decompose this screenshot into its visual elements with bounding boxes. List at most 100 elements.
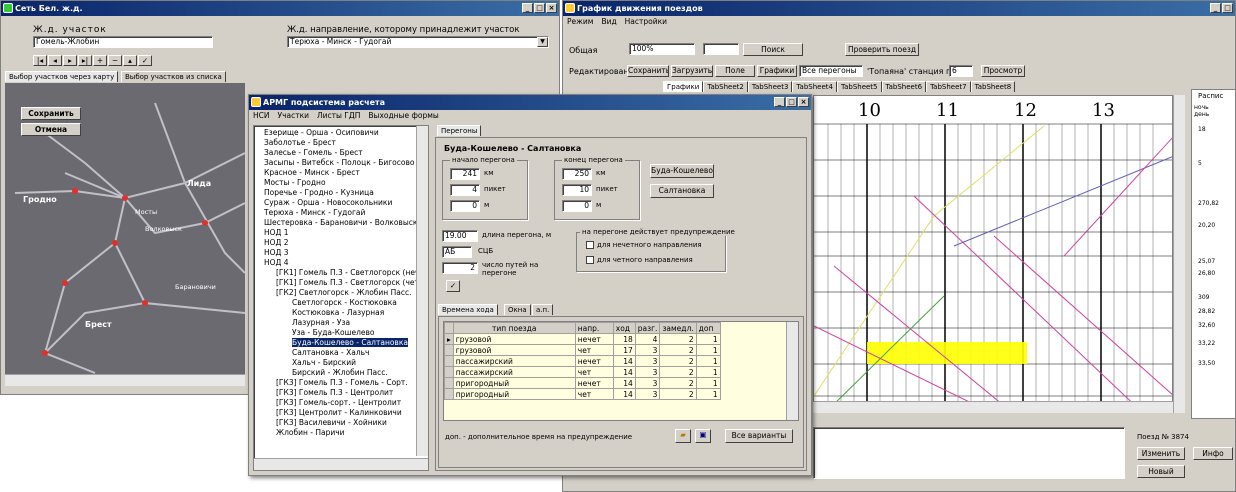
tab-sheet-6[interactable]: TabSheet6 — [881, 81, 927, 92]
block-type-select[interactable]: АБ — [442, 246, 472, 258]
tab-sheet-2[interactable]: TabSheet2 — [703, 81, 748, 92]
cell[interactable]: чет — [574, 388, 614, 400]
tree-item[interactable]: Поречье - Гродно - Кузница — [264, 188, 374, 197]
tab-ap[interactable]: а.п. — [532, 304, 554, 315]
save-schedule-button[interactable]: Сохранить — [627, 65, 669, 77]
cell[interactable]: 14 — [612, 377, 636, 389]
train-info-memo[interactable] — [813, 427, 1125, 479]
tree-item[interactable]: [ГК3] Гомель П.3 - Гомель - Сорт. — [276, 378, 408, 387]
tree-item[interactable]: Залесье - Гомель - Брест — [264, 148, 363, 157]
tab-sheet-5[interactable]: TabSheet5 — [836, 81, 882, 92]
graph-horizontal-scrollbar[interactable] — [813, 401, 1173, 413]
minimize-icon[interactable]: _ — [522, 3, 533, 13]
cell[interactable]: 3 — [634, 377, 661, 389]
maximize-icon[interactable]: □ — [1222, 3, 1233, 13]
tree-item[interactable]: [ГК3] Василевичи - Хойники — [276, 418, 387, 427]
graph-vertical-scrollbar[interactable] — [1173, 95, 1185, 413]
tree-item[interactable]: НОД 4 — [264, 258, 289, 267]
stretch-filter[interactable]: Все перегоны — [799, 65, 863, 77]
odd-checkbox-box[interactable] — [586, 241, 594, 249]
start-picket-field[interactable]: 4 — [450, 184, 480, 196]
end-station-button[interactable]: Салтановка — [650, 184, 714, 198]
menu-mode[interactable]: Режим — [567, 16, 593, 28]
odd-direction-checkbox[interactable]: для нечетного направления — [586, 241, 702, 249]
cell[interactable]: чет — [574, 366, 614, 378]
tree-horizontal-scrollbar[interactable] — [254, 458, 428, 470]
ways-field[interactable]: 2 — [442, 262, 478, 274]
open-folder-icon[interactable]: ▰ — [675, 429, 691, 443]
cell[interactable]: 3 — [634, 344, 661, 356]
cell[interactable]: 4 — [634, 333, 661, 345]
cell[interactable]: пассажирский — [452, 355, 576, 367]
end-picket-field[interactable]: 10 — [562, 184, 592, 196]
tree-item[interactable]: Засыпы - Витебск - Полоцк - Бигосово — [264, 158, 415, 167]
view-button[interactable]: Просмотр — [981, 65, 1025, 77]
tree-item[interactable]: Сураж - Орша - Новосокольники — [264, 198, 392, 207]
table-row[interactable]: грузовой чет 17 3 2 1 — [444, 344, 721, 356]
tab-map[interactable]: Выбор участков через карту — [5, 71, 119, 82]
cell[interactable]: пассажирский — [452, 366, 576, 378]
tree-item-selected[interactable]: Буда-Кошелево - Салтановка — [292, 338, 408, 347]
cell[interactable]: чет — [574, 344, 614, 356]
table-row[interactable]: пригородный нечет 14 3 2 1 — [444, 377, 721, 389]
cell[interactable]: 1 — [695, 388, 721, 400]
cell[interactable]: 3 — [634, 388, 661, 400]
edit-record-icon[interactable]: ▴ — [123, 55, 137, 66]
cell[interactable]: пригородный — [452, 388, 576, 400]
maximize-icon[interactable]: □ — [786, 97, 797, 107]
cell[interactable]: нечет — [574, 355, 614, 367]
table-row[interactable]: ▸ грузовой нечет 18 4 2 1 — [444, 333, 721, 345]
tree-item[interactable]: Жлобин - Паричи — [276, 428, 345, 437]
cell[interactable]: 2 — [659, 333, 697, 345]
save-button[interactable]: Сохранить — [21, 107, 81, 120]
run-times-grid[interactable]: тип поезда напр. ход разг. замедл. доп ▸… — [443, 321, 799, 421]
cell[interactable]: 2 — [659, 377, 697, 389]
cell[interactable]: 1 — [695, 366, 721, 378]
end-km-field[interactable]: 250 — [562, 168, 592, 180]
info-button[interactable]: Инфо — [1193, 447, 1233, 460]
start-km-field[interactable]: 241 — [450, 168, 480, 180]
next-record-icon[interactable]: ▸ — [63, 55, 77, 66]
cell[interactable]: грузовой — [452, 333, 576, 345]
delete-record-icon[interactable]: − — [108, 55, 122, 66]
cell[interactable]: 2 — [659, 388, 697, 400]
tree-item[interactable]: Езерище - Орша - Осиповичи — [264, 128, 379, 137]
tree-vertical-scrollbar[interactable] — [416, 126, 428, 456]
cancel-button[interactable]: Отмена — [21, 123, 81, 136]
tab-sheet-3[interactable]: TabSheet3 — [747, 81, 793, 92]
minimize-icon[interactable]: _ — [774, 97, 785, 107]
tree-item[interactable]: Мосты - Гродно — [264, 178, 326, 187]
tree-item[interactable]: Бирский - Жлобин Пасс. — [292, 368, 388, 377]
maximize-icon[interactable]: □ — [534, 3, 545, 13]
menu-gdp-sheets[interactable]: Листы ГДП — [317, 110, 360, 122]
tree-item[interactable]: [ГК3] Центролит - Калинковичи — [276, 408, 402, 417]
load-schedule-button[interactable]: Загрузить — [671, 65, 713, 77]
tree-item[interactable]: Хальч - Бирский — [292, 358, 356, 367]
cell[interactable]: 3 — [634, 355, 661, 367]
menu-output-forms[interactable]: Выходные формы — [368, 110, 438, 122]
tree-item[interactable]: НОД 1 — [264, 228, 289, 237]
cell[interactable]: 2 — [659, 344, 697, 356]
floppy-save-icon[interactable]: ▣ — [695, 429, 711, 443]
menu-view[interactable]: Вид — [601, 16, 616, 28]
field-button[interactable]: Поле — [715, 65, 755, 77]
tree-item[interactable]: Салтановка - Хальч — [292, 348, 369, 357]
tree-item[interactable]: НОД 2 — [264, 238, 289, 247]
tab-list[interactable]: Выбор участков из списка — [121, 71, 226, 82]
tree-item[interactable]: Светлогорск - Костюковка — [292, 298, 397, 307]
change-train-button[interactable]: Изменить — [1137, 447, 1185, 460]
prior-record-icon[interactable]: ◂ — [48, 55, 62, 66]
sections-tree[interactable]: Езерище - Орша - Осиповичи Заболотье - Б… — [253, 125, 429, 471]
tree-item[interactable]: Терюха - Минск - Гудогай — [264, 208, 365, 217]
cell[interactable]: 18 — [612, 333, 636, 345]
direction-select[interactable]: Терюха - Минск - Гудогай — [287, 36, 549, 48]
cell[interactable]: 2 — [659, 355, 697, 367]
start-station-button[interactable]: Буда-Кошелево — [650, 164, 714, 178]
table-row[interactable]: пригородный чет 14 3 2 1 — [444, 388, 721, 400]
start-m-field[interactable]: 0 — [450, 200, 480, 212]
close-icon[interactable]: × — [546, 3, 557, 13]
cell[interactable]: 1 — [695, 344, 721, 356]
tree-item[interactable]: [ГК3] Гомель П.3 - Центролит — [276, 388, 393, 397]
even-direction-checkbox[interactable]: для четного направления — [586, 256, 693, 264]
minimize-icon[interactable]: _ — [1210, 3, 1221, 13]
